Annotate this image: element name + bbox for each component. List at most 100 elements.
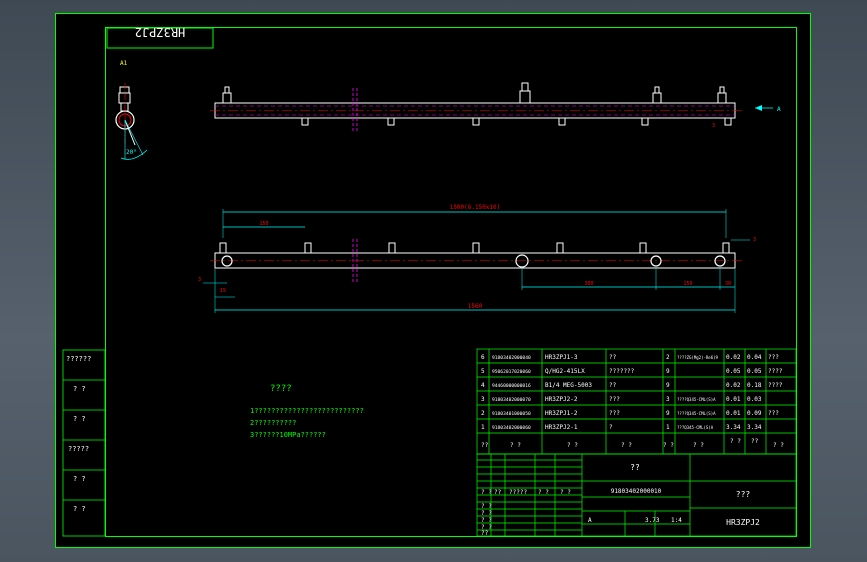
bom-cell-qty_cn: ?	[609, 424, 613, 431]
bom-cell-code: 91803401000050	[492, 411, 531, 417]
bom-cell-code: 95062017020060	[492, 369, 531, 375]
bom-header-note: ? ?	[773, 442, 784, 449]
bom-header-code: ? ?	[510, 442, 521, 449]
tb-col-3: ?????	[509, 489, 527, 496]
tb-col-5: ? ?	[560, 489, 571, 496]
mirrored-title-text: HR3ZPJ2	[135, 25, 186, 39]
bom-cell-w2: 0.05	[747, 368, 762, 375]
bom-cell-name: B1/4 MEG-5003	[545, 382, 592, 389]
bom-cell-qty: 9	[666, 410, 670, 417]
bom-cell-name: HR3ZPJ2-2	[545, 396, 578, 403]
bom-cell-name: HR3ZPJ2-1	[545, 424, 578, 431]
bom-cell-qty: 9	[666, 368, 670, 375]
outer-border	[55, 13, 811, 548]
front-view-top: A 3	[210, 82, 781, 131]
bom-cell-qty: 1	[666, 424, 670, 431]
strip-cell-4: ?????	[68, 445, 89, 453]
tb-scale: 1:4	[671, 517, 682, 524]
bom-cell-code: 91803402000060	[492, 425, 531, 431]
bom-cell-code: 91803402000040	[492, 355, 531, 361]
bom-cell-no: 6	[481, 354, 485, 361]
bom-cell-no: 2	[481, 410, 485, 417]
dim-seg-150: 150	[683, 281, 692, 287]
dim-right-3: 3	[753, 237, 756, 243]
side-view-a1: A1 20°	[115, 60, 148, 160]
bom-cell-material: ????Q345-CML(S)A	[677, 411, 716, 416]
bom-cell-name: Q/HG2-415LX	[545, 368, 585, 375]
dim-overall: 1560	[468, 303, 483, 310]
bom-cell-w1: 0.02	[726, 382, 741, 389]
bom-cell-w2: 0.03	[747, 396, 762, 403]
bom-cell-no: 4	[481, 382, 485, 389]
view-arrow-label: A	[777, 106, 781, 113]
bom-cell-material: ????ZG(Mg2)-Re6)9	[677, 355, 719, 360]
tb-row-3: ? ?	[481, 517, 492, 524]
tb-col-2: ??	[494, 489, 502, 496]
bom-header-w1: ? ?	[730, 438, 741, 445]
bom-cell-w1: 3.34	[726, 424, 741, 431]
bom-cell-qty_cn: ??	[609, 354, 617, 361]
note-line-2: 2??????????	[250, 419, 296, 427]
tb-part-label: ??	[630, 463, 640, 472]
bom-cell-qty_cn: ???	[609, 410, 620, 417]
drawing-sheet: HR3ZPJ2 A1 20° A 3 1500(6.150x10) 150 3 …	[55, 13, 811, 548]
strip-cell-2: ? ?	[73, 385, 86, 393]
tb-col-4: ? ?	[538, 489, 549, 496]
bom-cell-qty_cn: ???	[609, 396, 620, 403]
tb-col-1: ? ?	[481, 489, 492, 496]
bom-cell-code: 94460000000016	[492, 383, 531, 389]
bom-header-qty: ? ?	[663, 442, 674, 449]
bom-cell-note: ????	[768, 382, 783, 389]
bom-header-w2: ??	[751, 438, 759, 445]
bom-header-name: ? ?	[567, 442, 578, 449]
bom-cell-note: ???	[768, 354, 779, 361]
bom-cell-qty: 2	[666, 354, 670, 361]
dim-pitch-first: 150	[259, 221, 268, 227]
bom-cell-w1: 0.05	[726, 368, 741, 375]
cad-viewport: HR3ZPJ2 A1 20° A 3 1500(6.150x10) 150 3 …	[0, 0, 867, 562]
note-line-1: 1??????????????????????????	[250, 407, 364, 415]
bom-header-material: ? ?	[693, 442, 704, 449]
strip-cell-5: ? ?	[73, 475, 86, 483]
tb-row-5: ??	[481, 530, 489, 537]
notes-title: ????	[270, 384, 292, 394]
tb-weight: 3.73	[645, 517, 660, 524]
tb-stage: A	[588, 517, 592, 524]
bom-cell-qty: 3	[666, 396, 670, 403]
bom-cell-qty_cn: ???????	[609, 368, 635, 375]
view-label: A1	[120, 60, 128, 67]
bom-cell-no: 3	[481, 396, 485, 403]
bom-cell-material: ???Q345-CML(S)A	[677, 425, 714, 430]
bom-cell-w2: 0.04	[747, 354, 762, 361]
bom-cell-qty_cn: ??	[609, 382, 617, 389]
strip-cell-6: ? ?	[73, 505, 86, 513]
bom-cell-name: HR3ZPJ1-3	[545, 354, 578, 361]
tb-drawing-no: HR3ZPJ2	[726, 518, 760, 527]
dim-seg-300: 300	[584, 281, 593, 287]
bom-cell-name: HR3ZPJ1-2	[545, 410, 578, 417]
inner-border	[105, 27, 797, 537]
technical-notes: ???? 1?????????????????????????? 2??????…	[250, 384, 364, 439]
dim-end-30: 30	[725, 281, 731, 287]
bom-cell-w2: 3.34	[747, 424, 762, 431]
bom-cell-qty: 9	[666, 382, 670, 389]
bom-cell-no: 1	[481, 424, 485, 431]
bom-cell-material: ????Q345-CML(S)A	[677, 397, 716, 402]
mirrored-title-box: HR3ZPJ2	[106, 25, 214, 49]
dim-top-right-3: 3	[712, 123, 715, 129]
tb-row-2: ? ?	[481, 510, 492, 517]
angle-label: 20°	[126, 149, 137, 156]
title-block: ? ? ?? ????? ? ? ? ? ? ? ? ? ? ? ? ? ?? …	[476, 453, 797, 537]
bom-header-qtycn: ? ?	[621, 442, 632, 449]
tb-row-1: ? ?	[481, 503, 492, 510]
bom-cell-w1: 0.01	[726, 396, 741, 403]
bom-cell-w2: 0.18	[747, 382, 762, 389]
bom-cell-no: 5	[481, 368, 485, 375]
drawing-canvas: HR3ZPJ2 A1 20° A 3 1500(6.150x10) 150 3 …	[55, 13, 811, 548]
note-line-3: 3??????10MPa??????	[250, 431, 326, 439]
dim-left-15: 15	[220, 288, 226, 294]
tb-code: 91803402000010	[611, 488, 662, 495]
bom-cell-w1: 0.01	[726, 410, 741, 417]
bom-cell-note: ????	[768, 368, 783, 375]
dim-total-span: 1500(6.150x10)	[450, 204, 501, 211]
